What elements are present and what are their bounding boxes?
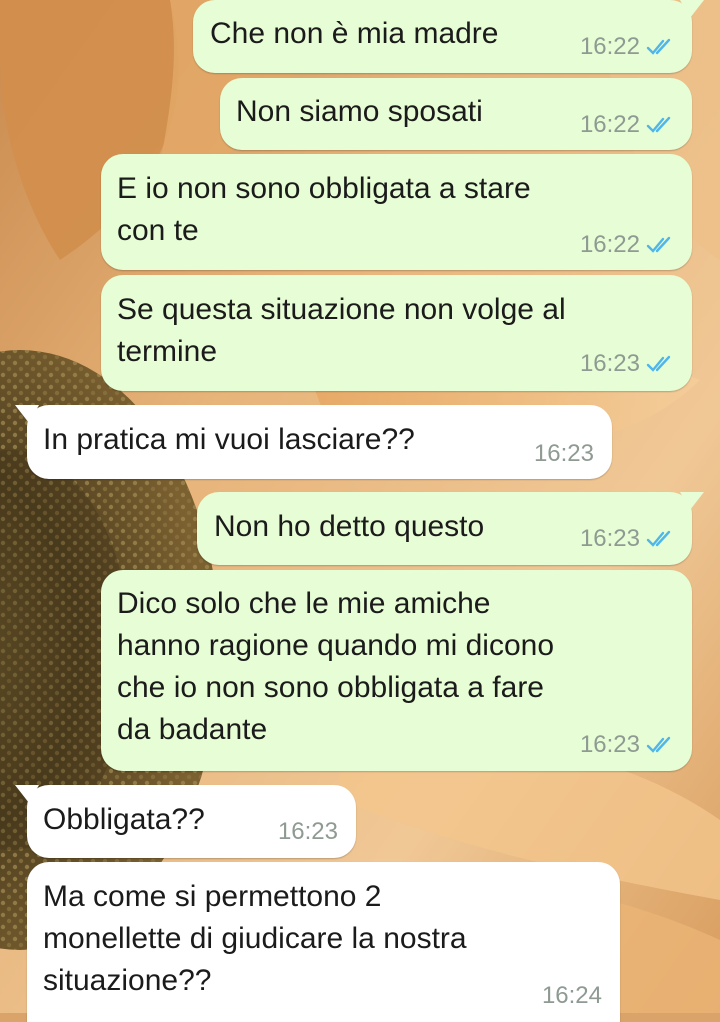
double-check-read-icon [646,736,671,753]
outgoing-message-bubble[interactable]: Che non è mia madre 16:22 [193,0,704,73]
message-meta: 16:24 [542,983,602,1009]
double-check-read-icon [646,530,671,547]
bubble-tail [15,405,39,423]
message-time: 16:22 [579,231,640,258]
double-check-read-icon [646,116,671,133]
message-time: 16:22 [579,111,640,138]
message-text: Ma come si permettono 2 monellette di gi… [43,880,467,997]
message-text: In pratica mi vuoi lasciare?? [43,423,415,456]
outgoing-message-bubble[interactable]: Non siamo sposati 16:22 [220,78,692,150]
double-check-read-icon [646,236,671,253]
message-time: 16:24 [541,982,602,1009]
message-text: Obbligata?? [43,803,205,836]
incoming-message-bubble[interactable]: Obbligata?? 16:23 [15,785,356,858]
message-time: 16:22 [579,33,640,60]
message-meta: 16:22 [580,112,676,138]
message-text: Dico solo che le mie amiche hanno ragion… [117,587,555,746]
message-meta: 16:22 [580,232,676,258]
message-time: 16:23 [579,525,640,552]
outgoing-message-bubble[interactable]: E io non sono obbligata a stare con te 1… [101,154,692,270]
double-check-read-icon [646,38,671,55]
outgoing-message-bubble[interactable]: Se questa situazione non volge al termin… [101,275,692,391]
message-text: E io non sono obbligata a stare con te [117,172,531,247]
outgoing-message-bubble[interactable]: Dico solo che le mie amiche hanno ragion… [101,570,692,771]
bubble-tail [680,492,704,510]
message-time: 16:23 [579,731,640,758]
bubble-tail [680,0,704,18]
message-meta: 16:23 [580,351,676,377]
message-time: 16:23 [533,440,594,467]
message-meta: 16:22 [580,34,676,60]
chat-message-list[interactable]: Che non è mia madre 16:22 Non siamo spos… [0,0,720,1022]
message-meta: 16:23 [580,732,676,758]
double-check-read-icon [646,355,671,372]
incoming-message-bubble[interactable]: Ma come si permettono 2 monellette di gi… [27,862,620,1022]
message-text: Che non è mia madre [210,17,499,50]
message-meta: 16:23 [278,819,338,845]
bubble-tail [15,785,39,803]
message-text: Se questa situazione non volge al termin… [117,293,566,368]
message-time: 16:23 [277,818,338,845]
outgoing-message-bubble[interactable]: Non ho detto questo 16:23 [197,492,704,565]
message-meta: 16:23 [580,526,676,552]
incoming-message-bubble[interactable]: In pratica mi vuoi lasciare?? 16:23 [15,405,612,479]
message-text: Non ho detto questo [214,510,485,543]
message-text: Non siamo sposati [236,95,483,128]
message-time: 16:23 [579,350,640,377]
message-meta: 16:23 [534,441,594,467]
